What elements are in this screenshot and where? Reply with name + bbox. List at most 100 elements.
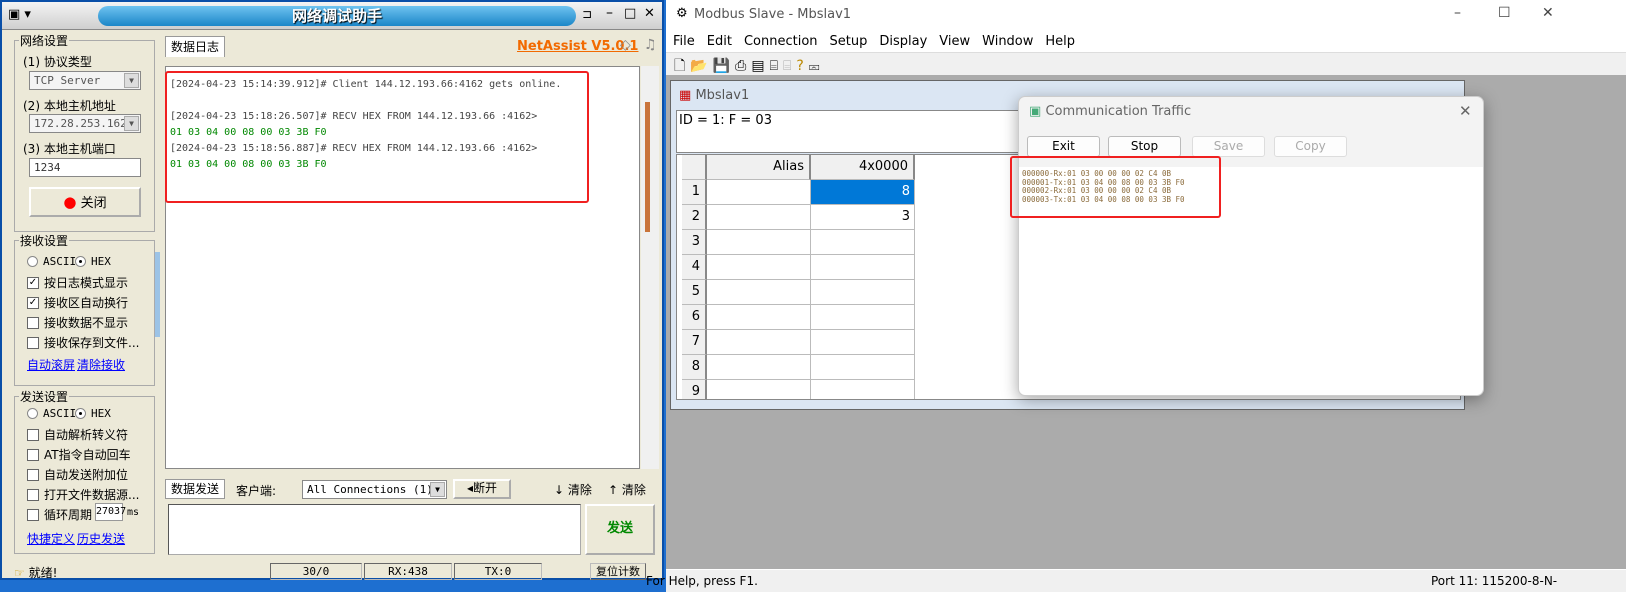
recv-save-file-checkbox[interactable]: 接收保存到文件... (27, 334, 139, 351)
send-hex-radio[interactable]: HEX (75, 407, 111, 420)
send-cycle-checkbox[interactable]: 循环周期 (27, 506, 92, 523)
send-button[interactable]: 发送 (585, 504, 655, 555)
column-header-register[interactable]: 4x0000 (811, 155, 915, 180)
window-icon[interactable]: ▤ (751, 58, 769, 74)
auto-scroll-link[interactable]: 自动滚屏 (27, 356, 75, 373)
close-button[interactable]: ✕ (1542, 5, 1554, 21)
row-header[interactable]: 4 (682, 255, 707, 280)
menu-display[interactable]: Display (879, 34, 927, 49)
row-header[interactable]: 6 (682, 305, 707, 330)
menu-view[interactable]: View (939, 34, 970, 49)
minimize-button[interactable]: – (1454, 5, 1461, 21)
alias-cell[interactable] (707, 330, 811, 355)
register-value-cell[interactable] (811, 305, 915, 330)
close-button[interactable]: ✕ (644, 6, 655, 21)
row-header[interactable]: 5 (682, 280, 707, 305)
menu-edit[interactable]: Edit (707, 34, 732, 49)
close-connection-button[interactable]: ● 关闭 (29, 187, 141, 217)
client-select[interactable]: All Connections (1) ▼ (302, 480, 447, 499)
scroll-thumb[interactable] (645, 102, 650, 232)
menu-connection[interactable]: Connection (744, 34, 818, 49)
menu-file[interactable]: File (673, 34, 695, 49)
send-at-cr-checkbox[interactable]: AT指令自动回车 (27, 446, 131, 463)
context-help-icon[interactable]: ⮹ (809, 58, 825, 74)
register-value-cell[interactable] (811, 330, 915, 355)
register-value-cell[interactable] (811, 230, 915, 255)
diamond-icon[interactable]: ◇ (620, 37, 631, 53)
copy-button[interactable]: Copy (1274, 136, 1347, 157)
register-value-cell[interactable]: 3 (811, 205, 915, 230)
send-escape-checkbox[interactable]: 自动解析转义符 (27, 426, 128, 443)
send-ascii-radio[interactable]: ASCII (27, 407, 76, 420)
recv-ascii-radio[interactable]: ASCII (27, 255, 76, 268)
reset-count-button[interactable]: 复位计数 (590, 563, 646, 580)
register-value-cell[interactable] (811, 355, 915, 380)
protocol-select[interactable]: TCP Server ▼ (29, 71, 141, 90)
disconnect-button[interactable]: ◂断开 (453, 479, 511, 499)
send-input[interactable] (168, 504, 581, 555)
log-scrollbar[interactable] (641, 66, 659, 469)
tab-data-log[interactable]: 数据日志 (165, 36, 225, 57)
row-header[interactable]: 9 (682, 380, 707, 399)
panel-collapse-handle[interactable] (155, 252, 160, 337)
alias-cell[interactable] (707, 305, 811, 330)
maximize-button[interactable]: ☐ (1498, 5, 1511, 21)
close-icon[interactable]: ✕ (1459, 102, 1472, 120)
register-value-cell[interactable] (811, 255, 915, 280)
checkbox-label: 接收数据不显示 (44, 316, 129, 330)
send-file-source-checkbox[interactable]: 打开文件数据源... (27, 486, 139, 503)
pin-icon[interactable]: ⊐ (582, 7, 592, 21)
tab-data-send[interactable]: 数据发送 (165, 479, 225, 499)
bell-icon[interactable]: ♫ (644, 37, 657, 53)
send-append-bits-checkbox[interactable]: 自动发送附加位 (27, 466, 128, 483)
shortcut-define-link[interactable]: 快捷定义 (27, 530, 75, 547)
status-count: 30/0 (270, 563, 362, 580)
save-button[interactable]: Save (1192, 136, 1265, 157)
alias-cell[interactable] (707, 280, 811, 305)
help-icon[interactable]: ? (796, 58, 808, 74)
open-icon[interactable]: 📂 (690, 58, 712, 74)
row-header[interactable]: 2 (682, 205, 707, 230)
new-icon[interactable]: 🗋 (674, 58, 690, 74)
recv-hex-radio[interactable]: HEX (75, 255, 111, 268)
history-send-link[interactable]: 历史发送 (77, 530, 125, 547)
clear-receive-button[interactable]: ↓ 清除 (554, 481, 592, 498)
print-icon[interactable]: ⎙ (735, 58, 751, 74)
status-ready: ☞ 就绪! (14, 564, 57, 581)
clear-send-button[interactable]: ↑ 清除 (608, 481, 646, 498)
alias-cell[interactable] (707, 355, 811, 380)
menu-help[interactable]: Help (1045, 34, 1075, 49)
recv-log-mode-checkbox[interactable]: ✓ 按日志模式显示 (27, 274, 128, 291)
row-header[interactable]: 1 (682, 180, 707, 205)
row-header[interactable]: 8 (682, 355, 707, 380)
disconnect-label: 断开 (473, 481, 498, 495)
alias-cell[interactable] (707, 205, 811, 230)
connect-icon[interactable]: ⌸ (770, 58, 783, 74)
menu-window[interactable]: Window (982, 34, 1033, 49)
traffic-title: ▣ Communication Traffic (1029, 104, 1191, 119)
disconnect-icon[interactable]: ⌸ (783, 58, 796, 74)
register-value-cell[interactable] (811, 380, 915, 399)
alias-cell[interactable] (707, 380, 811, 399)
recv-auto-wrap-checkbox[interactable]: ✓ 接收区自动换行 (27, 294, 128, 311)
host-select[interactable]: 172.28.253.162 ▼ (29, 114, 141, 133)
register-value-cell[interactable] (811, 280, 915, 305)
recv-hide-data-checkbox[interactable]: 接收数据不显示 (27, 314, 128, 331)
menu-setup[interactable]: Setup (830, 34, 868, 49)
exit-button[interactable]: Exit (1027, 136, 1100, 157)
alias-cell[interactable] (707, 180, 811, 205)
app-menu-icon[interactable]: ▣ ▾ (8, 7, 31, 22)
row-header[interactable]: 3 (682, 230, 707, 255)
maximize-button[interactable]: □ (624, 6, 636, 21)
alias-cell[interactable] (707, 230, 811, 255)
cycle-period-input[interactable]: 27037 (95, 503, 126, 521)
clear-receive-link[interactable]: 清除接收 (77, 356, 125, 373)
column-header-alias[interactable]: Alias (707, 155, 811, 180)
row-header[interactable]: 7 (682, 330, 707, 355)
minimize-button[interactable]: – (606, 5, 613, 21)
alias-cell[interactable] (707, 255, 811, 280)
register-value-cell[interactable]: 8 (811, 180, 915, 205)
port-input[interactable]: 1234 (29, 158, 141, 177)
stop-button[interactable]: Stop (1108, 136, 1181, 157)
save-icon[interactable]: 💾 (713, 58, 735, 74)
